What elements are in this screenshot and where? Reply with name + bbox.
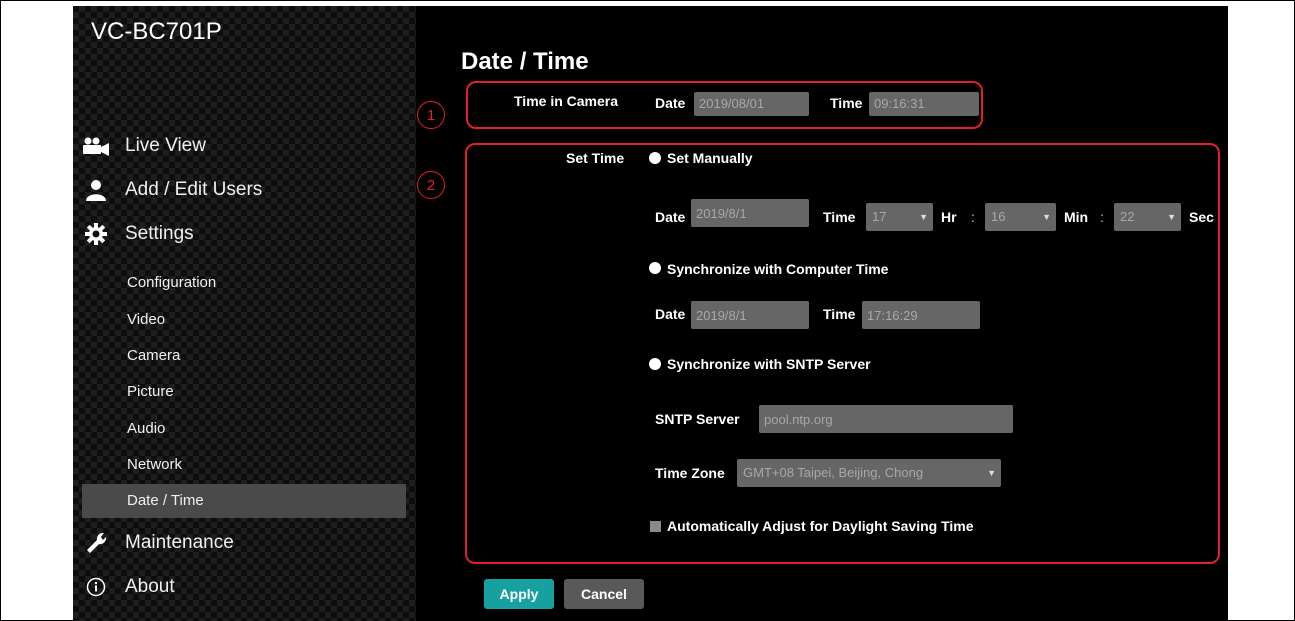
sidebar-subitem-network[interactable]: Network (82, 448, 406, 482)
cancel-button[interactable]: Cancel (564, 579, 644, 609)
sidebar-item-maintenance[interactable]: Maintenance (81, 527, 234, 559)
video-camera-icon (81, 134, 111, 158)
sidebar-subitem-picture[interactable]: Picture (82, 375, 406, 409)
sidebar-item-label: Maintenance (125, 532, 234, 553)
sidebar-subitem-video[interactable]: Video (82, 303, 406, 337)
sidebar: VC-BC701P Live View Add / Edit Users Set… (73, 6, 416, 621)
wrench-icon (81, 531, 111, 555)
sidebar-item-label: Settings (125, 223, 194, 244)
page-title: Date / Time (461, 48, 589, 75)
sidebar-item-label: Live View (125, 135, 206, 156)
gear-icon (81, 222, 111, 246)
callout-box-time-in-camera (466, 81, 983, 129)
sidebar-subitem-camera[interactable]: Camera (82, 339, 406, 373)
info-icon (81, 575, 111, 599)
sidebar-item-label: About (125, 576, 175, 597)
sidebar-item-live-view[interactable]: Live View (81, 130, 206, 162)
apply-button[interactable]: Apply (484, 579, 554, 609)
callout-number-2: 2 (417, 171, 445, 199)
model-name: VC-BC701P (91, 18, 222, 45)
sidebar-item-settings[interactable]: Settings (81, 218, 194, 250)
sidebar-subitem-date-time[interactable]: Date / Time (82, 484, 406, 518)
sidebar-subitem-audio[interactable]: Audio (82, 412, 406, 446)
sidebar-item-about[interactable]: About (81, 571, 175, 603)
callout-number-1: 1 (417, 101, 445, 129)
sidebar-item-label: Add / Edit Users (125, 179, 263, 200)
sidebar-item-users[interactable]: Add / Edit Users (81, 174, 262, 206)
callout-box-set-time (465, 143, 1220, 564)
sidebar-subitem-configuration[interactable]: Configuration (82, 266, 406, 300)
user-icon (81, 178, 111, 202)
